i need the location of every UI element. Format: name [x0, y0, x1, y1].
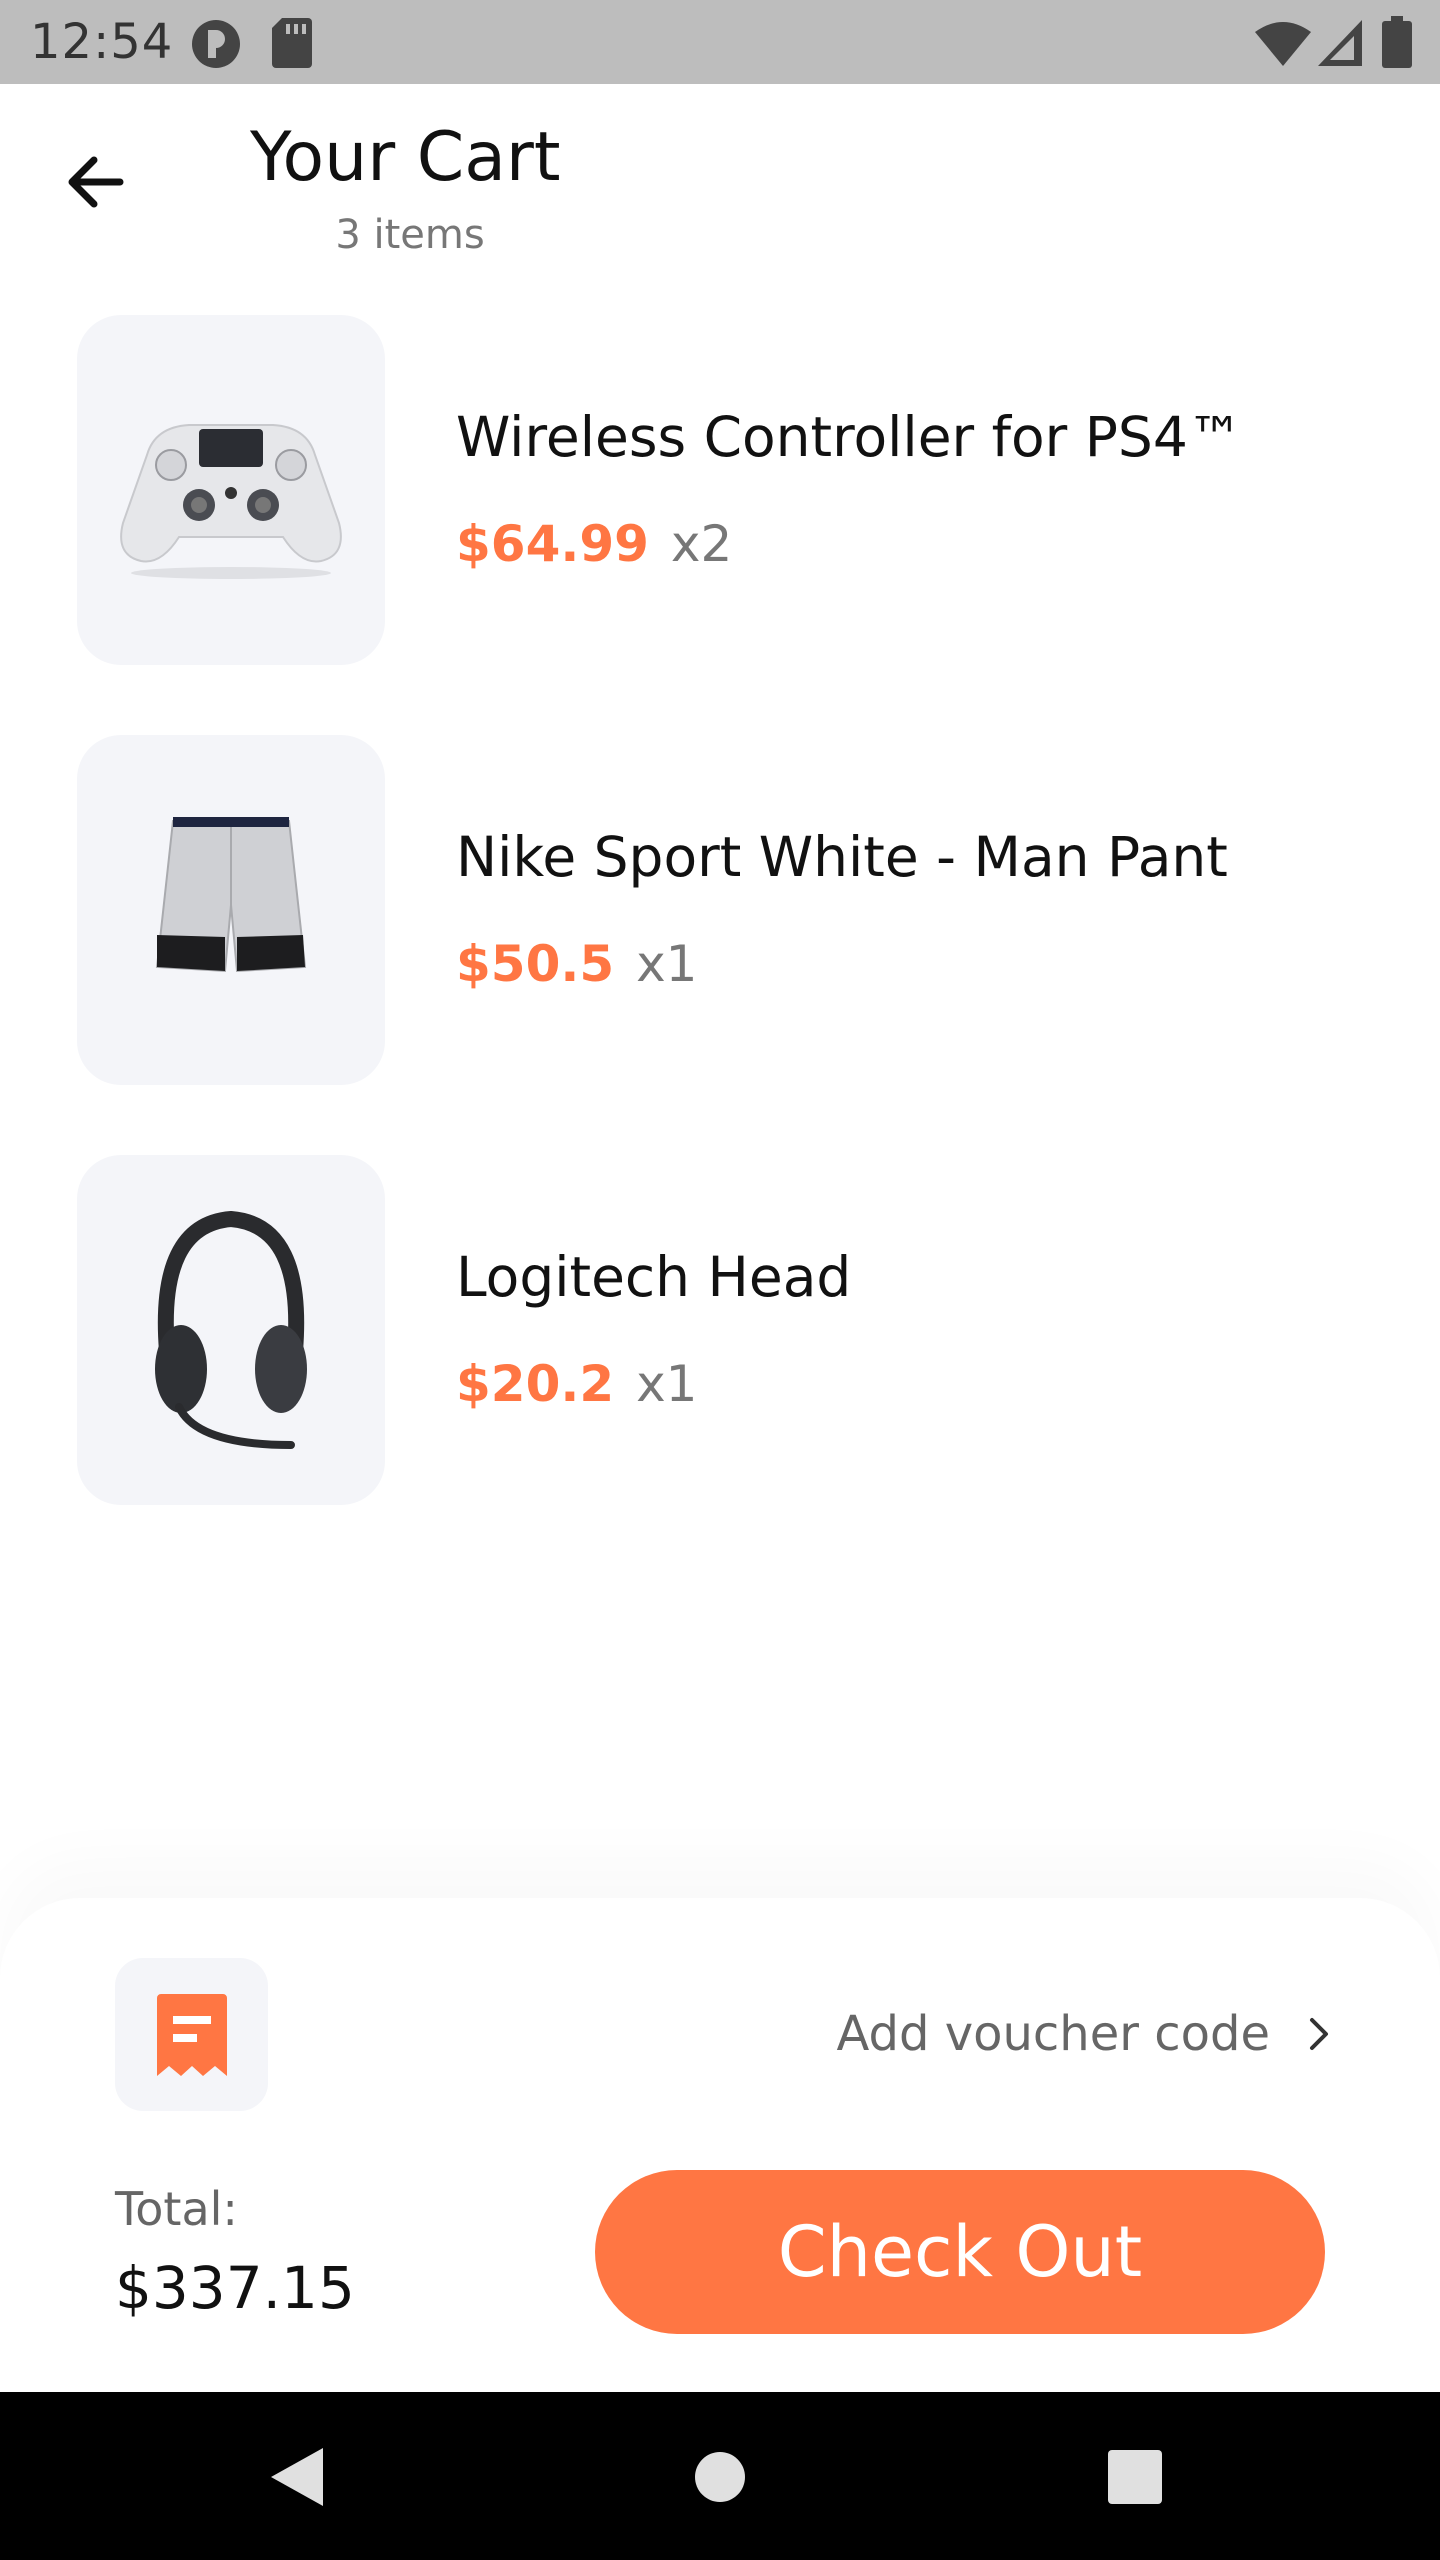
sd-card-icon [272, 18, 312, 68]
voucher-icon-box[interactable] [115, 1958, 268, 2111]
game-controller-image [120, 424, 342, 579]
battery-icon [1382, 16, 1412, 68]
total-value: $337.15 [115, 2254, 355, 2322]
receipt-icon [157, 1994, 227, 2076]
product-name: Wireless Controller for PS4™ [456, 405, 1243, 469]
product-thumbnail [77, 315, 385, 665]
status-bar: 12:54 [0, 0, 1440, 84]
product-price: $20.2 [456, 1355, 615, 1413]
cart-item[interactable]: Nike Sport White - Man Pant $50.5 x1 [0, 735, 1440, 1085]
back-button[interactable] [58, 142, 138, 222]
price-row: $20.2 x1 [456, 1355, 697, 1413]
product-name: Logitech Head [456, 1245, 852, 1309]
notification-app-icon [192, 20, 240, 68]
cart-item[interactable]: Wireless Controller for PS4™ $64.99 x2 [0, 315, 1440, 665]
headset-image [155, 1210, 307, 1449]
price-row: $64.99 x2 [456, 515, 732, 573]
price-row: $50.5 x1 [456, 935, 697, 993]
home-circle-icon [695, 2452, 745, 2502]
wifi-icon [1255, 22, 1311, 66]
product-quantity: x2 [670, 515, 733, 573]
product-quantity: x1 [636, 1355, 698, 1413]
product-thumbnail [77, 1155, 385, 1505]
product-name: Nike Sport White - Man Pant [456, 825, 1228, 889]
recents-square-icon [1108, 2450, 1162, 2504]
product-quantity: x1 [636, 935, 698, 993]
nav-home-button[interactable] [675, 2432, 765, 2522]
item-count: 3 items [335, 212, 485, 258]
back-triangle-icon [271, 2448, 323, 2506]
voucher-label: Add voucher code [836, 2006, 1270, 2062]
cart-item[interactable]: Logitech Head $20.2 x1 [0, 1155, 1440, 1505]
product-price: $64.99 [456, 515, 649, 573]
chevron-right-icon [1310, 2018, 1328, 2050]
checkout-button[interactable]: Check Out [595, 2170, 1325, 2334]
checkout-button-label: Check Out [777, 2211, 1143, 2293]
product-thumbnail [77, 735, 385, 1085]
product-price: $50.5 [456, 935, 615, 993]
nav-back-button[interactable] [255, 2432, 345, 2522]
add-voucher-button[interactable]: Add voucher code [760, 2000, 1340, 2070]
signal-icon [1318, 20, 1362, 66]
status-time: 12:54 [30, 14, 174, 70]
shorts-image [155, 817, 307, 973]
nav-recents-button[interactable] [1090, 2432, 1180, 2522]
arrow-left-icon [68, 156, 124, 208]
system-nav-bar [0, 2392, 1440, 2560]
page-title: Your Cart [250, 118, 561, 197]
total-label: Total: [115, 2182, 238, 2236]
